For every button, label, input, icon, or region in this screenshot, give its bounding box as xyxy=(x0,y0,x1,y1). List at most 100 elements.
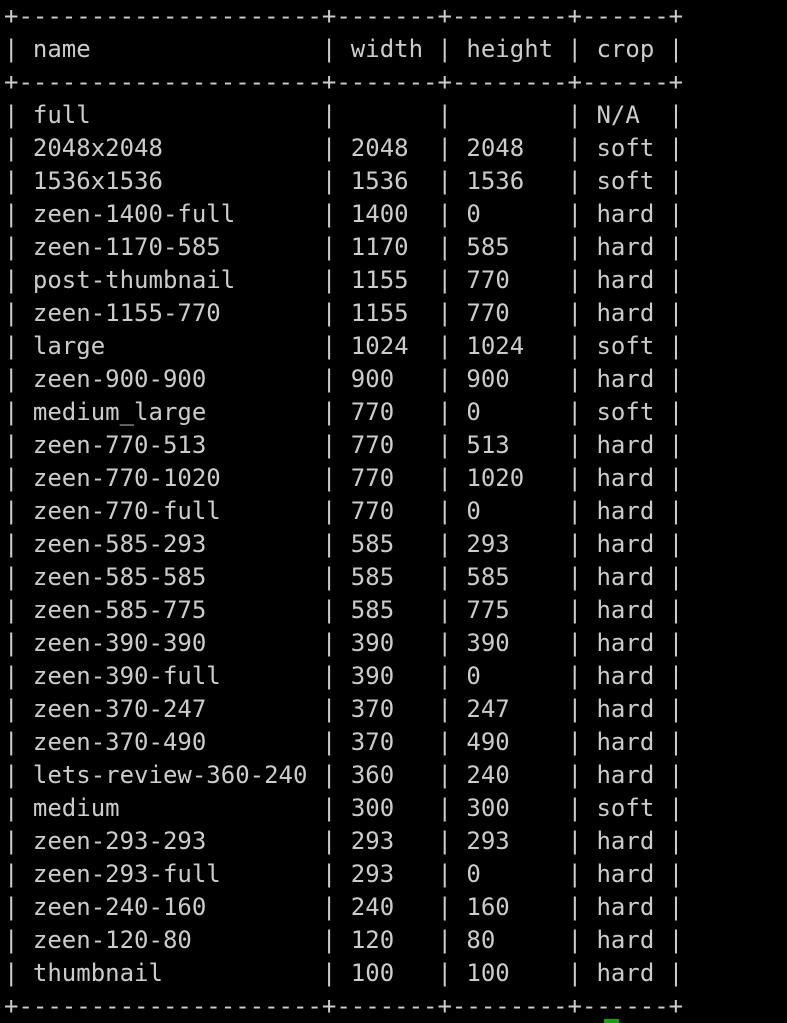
table-row: | large | 1024 | 1024 | soft | xyxy=(4,332,684,360)
table-cell-height: 490 xyxy=(466,728,510,756)
table-cell-crop: hard xyxy=(596,497,655,525)
table-cell-height: 770 xyxy=(466,299,510,327)
table-cell-crop: hard xyxy=(596,266,655,294)
table-cell-height: 900 xyxy=(466,365,510,393)
table-cell-height: 293 xyxy=(466,530,510,558)
table-row: | zeen-293-full | 293 | 0 | hard | xyxy=(4,860,684,888)
table-cell-width: 585 xyxy=(350,563,395,591)
table-cell-width: 1536 xyxy=(350,167,409,195)
table-cell-name: lets-review-360-240 xyxy=(32,761,308,789)
table-cell-crop: hard xyxy=(596,827,655,855)
table-cell-width: 120 xyxy=(350,926,395,954)
table-cell-name: 1536x1536 xyxy=(32,167,163,195)
table-cell-height: 1020 xyxy=(466,464,525,492)
table-row: | zeen-293-293 | 293 | 293 | hard | xyxy=(4,827,684,855)
table-row: | zeen-770-full | 770 | 0 | hard | xyxy=(4,497,684,525)
table-row: | post-thumbnail | 1155 | 770 | hard | xyxy=(4,266,684,294)
table-row: | zeen-770-513 | 770 | 513 | hard | xyxy=(4,431,684,459)
table-cell-height: 585 xyxy=(466,563,510,591)
table-cell-width: 1170 xyxy=(350,233,409,261)
table-cell-crop: hard xyxy=(596,365,655,393)
table-cell-width: 390 xyxy=(350,629,395,657)
table-cell-width: 293 xyxy=(350,827,395,855)
table-cell-width: 770 xyxy=(350,497,395,525)
table-row: | zeen-240-160 | 240 | 160 | hard | xyxy=(4,893,684,921)
table-cell-height: 0 xyxy=(466,497,481,525)
table-cell-name: zeen-370-490 xyxy=(32,728,207,756)
table-row: | zeen-585-293 | 585 | 293 | hard | xyxy=(4,530,684,558)
table-cell-name: post-thumbnail xyxy=(32,266,236,294)
table-row: | zeen-370-247 | 370 | 247 | hard | xyxy=(4,695,684,723)
table-cell-name: zeen-120-80 xyxy=(32,926,192,954)
table-cell-name: large xyxy=(32,332,106,360)
terminal-window[interactable]: +---------------------+-------+--------+… xyxy=(0,0,787,1023)
table-cell-name: thumbnail xyxy=(32,959,163,987)
table-cell-crop: hard xyxy=(596,596,655,624)
table-cell-height: 160 xyxy=(466,893,510,921)
table-cell-crop: hard xyxy=(596,200,655,228)
table-cell-width: 390 xyxy=(350,662,395,690)
table-cell-crop: soft xyxy=(596,794,655,822)
table-cell-name: zeen-1155-770 xyxy=(32,299,221,327)
table-cell-height: 1024 xyxy=(466,332,525,360)
table-cell-width: 900 xyxy=(350,365,395,393)
table-cell-crop: hard xyxy=(596,959,655,987)
table-cell-height: 585 xyxy=(466,233,510,261)
table-cell-crop: N/A xyxy=(596,101,640,129)
table-border-bottom: +---------------------+-------+--------+… xyxy=(4,992,684,1020)
table-row: | 1536x1536 | 1536 | 1536 | soft | xyxy=(4,167,684,195)
table-row: | zeen-120-80 | 120 | 80 | hard | xyxy=(4,926,684,954)
table-cell-height: 0 xyxy=(466,662,481,690)
table-header-row: | name | width | height | crop | xyxy=(4,35,684,63)
table-row: | zeen-1170-585 | 1170 | 585 | hard | xyxy=(4,233,684,261)
table-cell-width: 585 xyxy=(350,530,395,558)
table-cell-width: 1155 xyxy=(350,266,409,294)
table-cell-width: 360 xyxy=(350,761,395,789)
table-cell-width: 293 xyxy=(350,860,395,888)
table-row: | zeen-1400-full | 1400 | 0 | hard | xyxy=(4,200,684,228)
table-cell-name: zeen-1400-full xyxy=(32,200,236,228)
table-cell-crop: hard xyxy=(596,233,655,261)
table-cell-crop: hard xyxy=(596,662,655,690)
table-cell-width: 100 xyxy=(350,959,395,987)
table-cell-height: 247 xyxy=(466,695,510,723)
table-cell-width: 1400 xyxy=(350,200,409,228)
table-cell-name: zeen-770-1020 xyxy=(32,464,221,492)
table-cell-height: 0 xyxy=(466,200,481,228)
table-cell-height: 0 xyxy=(466,398,481,426)
table-cell-height: 775 xyxy=(466,596,510,624)
table-border-header: +---------------------+-------+--------+… xyxy=(4,68,684,96)
table-cell-name: 2048x2048 xyxy=(32,134,163,162)
table-row: | zeen-770-1020 | 770 | 1020 | hard | xyxy=(4,464,684,492)
table-cell-name: zeen-900-900 xyxy=(32,365,207,393)
table-cell-crop: hard xyxy=(596,464,655,492)
table-row: | medium | 300 | 300 | soft | xyxy=(4,794,684,822)
table-cell-crop: hard xyxy=(596,563,655,591)
table-cell-name: zeen-390-390 xyxy=(32,629,207,657)
table-row: | lets-review-360-240 | 360 | 240 | hard… xyxy=(4,761,684,789)
table-row: | zeen-390-390 | 390 | 390 | hard | xyxy=(4,629,684,657)
table-row: | 2048x2048 | 2048 | 2048 | soft | xyxy=(4,134,684,162)
header-cell-name: name xyxy=(32,35,91,63)
table-cell-crop: hard xyxy=(596,695,655,723)
table-cell-crop: hard xyxy=(596,299,655,327)
table-cell-name: zeen-770-513 xyxy=(32,431,207,459)
table-cell-height: 0 xyxy=(466,860,481,888)
table-cell-crop: hard xyxy=(596,926,655,954)
table-cell-width: 770 xyxy=(350,431,395,459)
image-sizes-table: +---------------------+-------+--------+… xyxy=(4,0,683,1023)
table-cell-width: 1155 xyxy=(350,299,409,327)
table-cell-crop: hard xyxy=(596,629,655,657)
terminal-cursor xyxy=(604,1019,619,1023)
table-cell-name: zeen-240-160 xyxy=(32,893,207,921)
table-cell-height: 80 xyxy=(466,926,496,954)
table-cell-name: zeen-1170-585 xyxy=(32,233,221,261)
table-cell-crop: hard xyxy=(596,431,655,459)
table-cell-name: zeen-585-585 xyxy=(32,563,207,591)
table-cell-height: 300 xyxy=(466,794,510,822)
table-row: | thumbnail | 100 | 100 | hard | xyxy=(4,959,684,987)
table-cell-width: 240 xyxy=(350,893,395,921)
table-cell-width: 770 xyxy=(350,464,395,492)
table-cell-name: zeen-770-full xyxy=(32,497,221,525)
table-cell-crop: hard xyxy=(596,530,655,558)
